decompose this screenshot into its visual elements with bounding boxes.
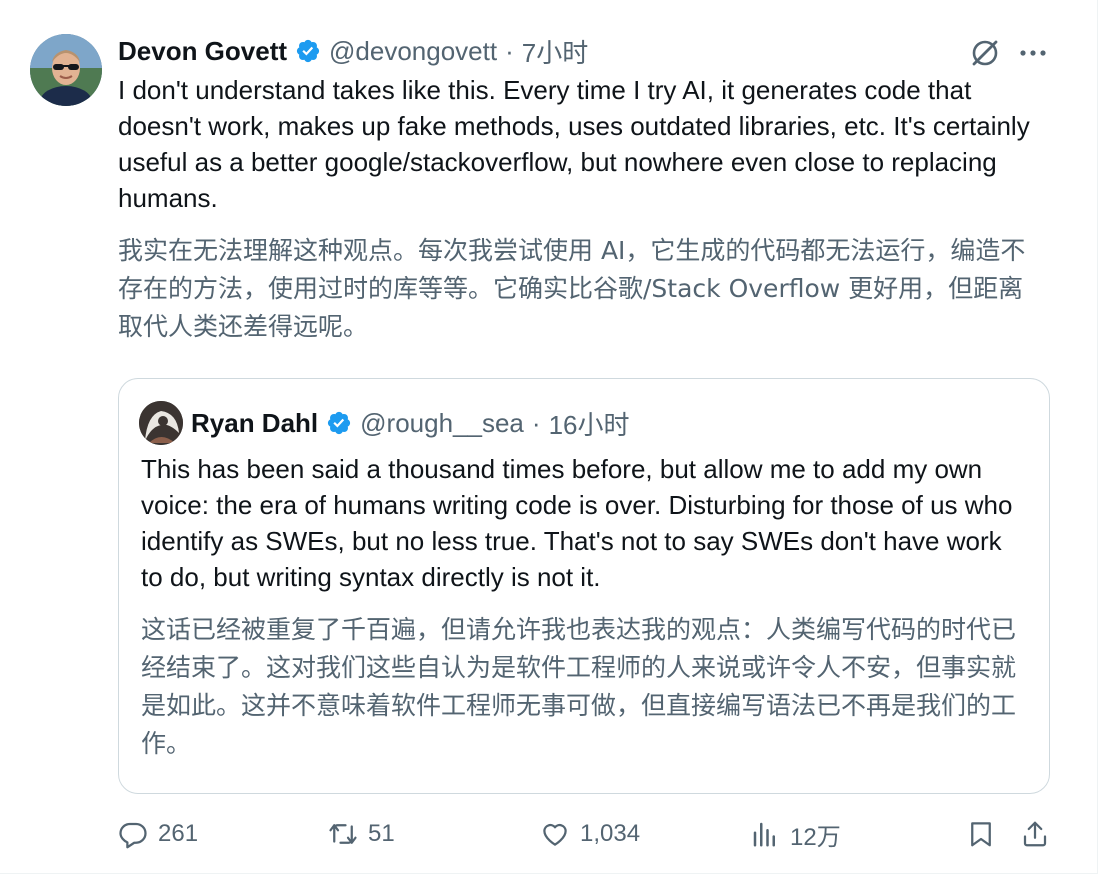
- post-time[interactable]: 7小时: [522, 33, 588, 70]
- quoted-post-time: 16小时: [548, 409, 630, 440]
- views-icon: [753, 822, 775, 847]
- time-separator: ·: [505, 35, 514, 66]
- quoted-author-name: Ryan Dahl: [191, 407, 319, 438]
- author-name[interactable]: Devon Govett: [118, 36, 287, 67]
- quoted-post[interactable]: Ryan Dahl @rough__sea · 16小时 This has be…: [118, 378, 1050, 794]
- grok-icon[interactable]: [968, 36, 1002, 70]
- verified-badge-icon: [328, 411, 351, 435]
- reply-button[interactable]: 261: [118, 812, 198, 856]
- quoted-post-translation: 这话已经被重复了千百遍，但请允许我也表达我的观点：人类编写代码的时代已经结束了。…: [141, 615, 1017, 758]
- share-button[interactable]: [1020, 812, 1050, 856]
- post-header: Devon Govett @devongovett · 7小时: [118, 32, 588, 70]
- author-handle[interactable]: @devongovett: [329, 36, 497, 67]
- bookmark-button[interactable]: [966, 812, 996, 856]
- reply-count: 261: [158, 820, 199, 847]
- quoted-author-avatar: [139, 401, 183, 445]
- more-icon[interactable]: [1016, 38, 1050, 68]
- like-icon: [543, 823, 567, 846]
- repost-button[interactable]: 51: [328, 812, 395, 856]
- views-button[interactable]: 12万: [750, 812, 841, 856]
- post-translation: 我实在无法理解这种观点。每次我尝试使用 AI，它生成的代码都无法运行，编造不存在…: [118, 236, 1026, 341]
- quoted-post-text: This has been said a thousand times befo…: [141, 454, 1013, 592]
- verified-badge-icon: [296, 39, 320, 63]
- post-text: I don't understand takes like this. Ever…: [118, 75, 1030, 213]
- views-count: 12万: [790, 823, 841, 851]
- tweet-card: Devon Govett @devongovett · 7小时 I don't …: [0, 0, 1098, 874]
- like-count: 1,034: [580, 820, 641, 847]
- share-icon: [1023, 821, 1047, 847]
- like-button[interactable]: 1,034: [540, 812, 640, 856]
- bookmark-icon: [971, 822, 991, 847]
- repost-icon: [329, 824, 357, 844]
- author-avatar[interactable]: [30, 34, 102, 106]
- quoted-post-header: Ryan Dahl @rough__sea · 16小时: [191, 403, 629, 443]
- reply-icon: [119, 822, 147, 849]
- quoted-author-handle: @rough__sea: [360, 407, 524, 438]
- action-bar: 261 51 1,034 12万: [118, 812, 1052, 856]
- time-separator: ·: [531, 407, 541, 438]
- repost-count: 51: [368, 820, 395, 847]
